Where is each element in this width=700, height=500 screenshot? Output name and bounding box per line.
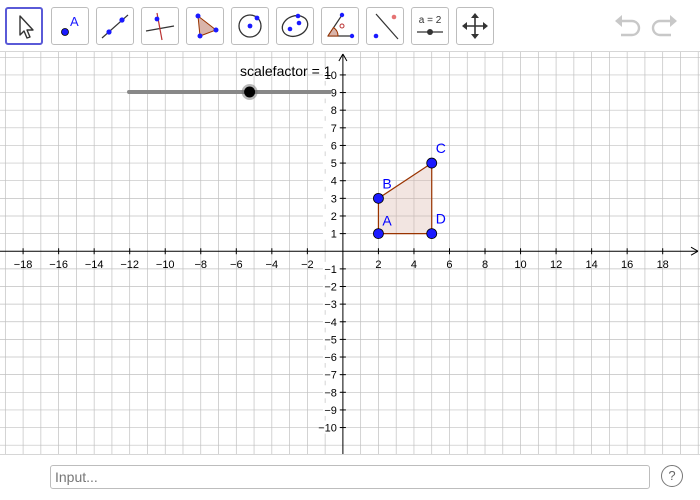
polygon-icon [195,13,219,39]
undo-button[interactable] [612,12,642,40]
move-graphics-tool-button[interactable] [456,7,494,45]
angle-icon [327,12,355,39]
point-label-B: B [382,175,391,191]
coordinate-plane[interactable]: −18 −16 −14 −12 −10 −8 −6 −4 −2 2 4 6 8 10 12 14 16 18109… [0,52,700,454]
x-tick-label: −8 [194,259,207,271]
x-tick-label: 4 [411,259,417,271]
perpendicular-line-icon [145,12,175,41]
point-label-C: C [436,140,446,156]
slider-label: scalefactor = 1 [240,63,332,79]
line-through-points-icon [101,14,129,39]
move-arrow-icon [19,15,34,39]
point-C[interactable] [426,157,438,169]
circle-center-point-icon [238,14,262,38]
y-tick-label: −2 [324,282,337,294]
y-tick-label: −7 [324,370,337,382]
x-tick-label: −14 [85,259,104,271]
x-tick-label: 12 [550,259,562,271]
y-tick-label: 1 [331,229,337,241]
polygon-tool-button[interactable] [186,7,224,45]
point-A[interactable] [373,228,384,240]
y-tick-label: 3 [331,193,337,205]
x-tick-label: 16 [621,259,633,271]
y-tick-label: −4 [324,317,337,329]
help-icon[interactable]: ? [661,465,683,487]
y-tick-label: −9 [324,405,337,417]
graphics-view[interactable]: −18 −16 −14 −12 −10 −8 −6 −4 −2 2 4 6 8 10 12 14 16 18 10 9… [0,52,700,454]
point-B[interactable] [373,192,384,204]
x-tick-label: 2 [375,259,381,271]
x-tick-label: 18 [657,259,669,271]
angle-tool-button[interactable] [321,7,359,45]
y-tick-label: 7 [331,123,337,135]
undo-icon [615,15,641,37]
point-label-D: D [436,211,446,227]
x-tick-label: −6 [230,259,243,271]
slider-knob[interactable] [244,86,256,98]
point-D[interactable] [426,228,438,240]
point-icon: A [61,14,79,36]
redo-button[interactable] [650,12,680,40]
line-tool-button[interactable] [96,7,134,45]
svg-text:A: A [70,14,79,29]
y-tick-label: −6 [324,352,337,364]
reflect-tool-button[interactable] [366,7,404,45]
reflect-about-line-icon [373,13,399,40]
slider-tool-button[interactable]: a = 2 [411,7,449,45]
y-tick-label: −1 [324,264,337,276]
input-bar [0,454,700,500]
move-tool-button[interactable] [5,7,43,45]
y-tick-label: 9 [331,88,337,100]
toolbar: A a = 2 [0,0,700,52]
circle-tool-button[interactable] [231,7,269,45]
y-tick-label: −10 [318,423,337,435]
y-tick-label: −8 [324,387,337,399]
x-tick-label: −12 [120,259,139,271]
x-tick-label: 6 [446,259,452,271]
y-tick-label: 8 [331,105,337,117]
y-tick-label: −3 [324,299,337,311]
redo-icon [651,15,677,37]
point-tool-button[interactable]: A [51,7,89,45]
slider-icon: a = 2 [417,15,443,35]
move-graphics-view-icon [462,13,488,39]
x-tick-label: −16 [49,259,68,271]
point-label-A: A [382,213,392,229]
x-tick-label: −2 [301,259,314,271]
x-tick-label: 14 [585,259,597,271]
y-tick-label: 4 [331,176,337,188]
perpendicular-tool-button[interactable] [141,7,179,45]
algebra-input-field[interactable] [50,465,650,489]
conic-ellipse-icon [281,13,309,38]
svg-text:a = 2: a = 2 [419,15,442,26]
y-tick-label: 6 [331,140,337,152]
x-tick-label: −10 [156,259,175,271]
y-tick-label: 2 [331,211,337,223]
x-tick-label: 10 [514,259,526,271]
y-tick-label: −5 [324,334,337,346]
x-tick-label: −18 [14,259,33,271]
ellipse-tool-button[interactable] [276,7,314,45]
x-tick-label: 8 [482,259,488,271]
y-tick-label: 5 [331,158,337,170]
x-tick-label: −4 [266,259,279,271]
